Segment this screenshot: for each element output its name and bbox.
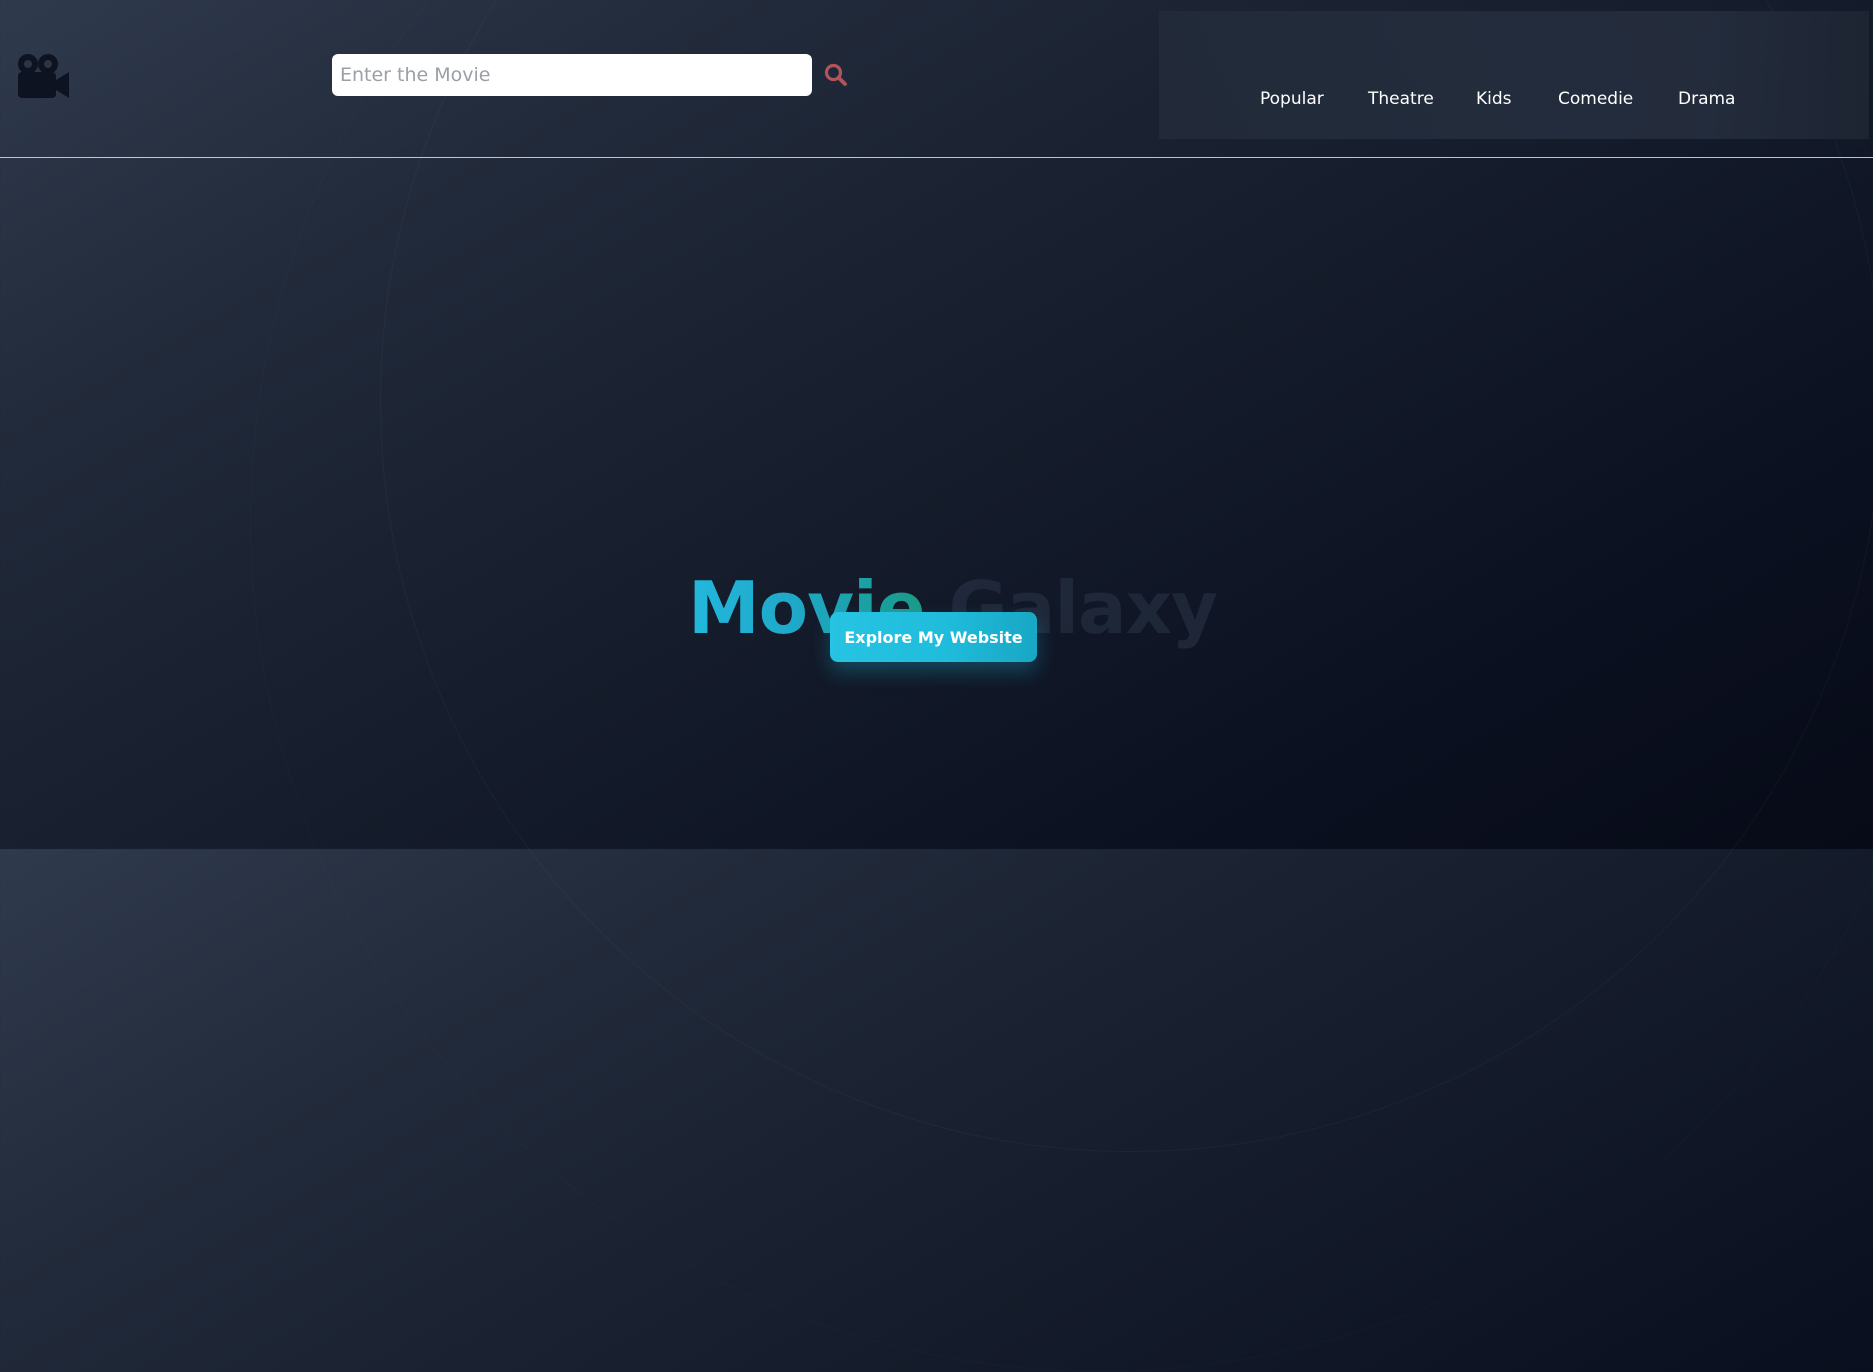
nav-item-kids[interactable]: Kids (1476, 89, 1512, 109)
nav-item-drama[interactable]: Drama (1678, 89, 1735, 109)
explore-website-button[interactable]: Explore My Website (830, 612, 1037, 662)
site-header: Popular Theatre Kids Comedie Drama (0, 0, 1873, 158)
nav-item-comedie[interactable]: Comedie (1558, 89, 1633, 109)
search-input[interactable] (332, 54, 812, 96)
nav-item-theatre[interactable]: Theatre (1368, 89, 1434, 109)
nav-panel (1159, 11, 1869, 139)
magnifier-search-icon (823, 62, 849, 88)
nav-item-popular[interactable]: Popular (1260, 89, 1324, 109)
movie-camera-icon[interactable] (16, 52, 70, 100)
search-button[interactable] (823, 62, 849, 88)
background-arc (250, 0, 1873, 1372)
